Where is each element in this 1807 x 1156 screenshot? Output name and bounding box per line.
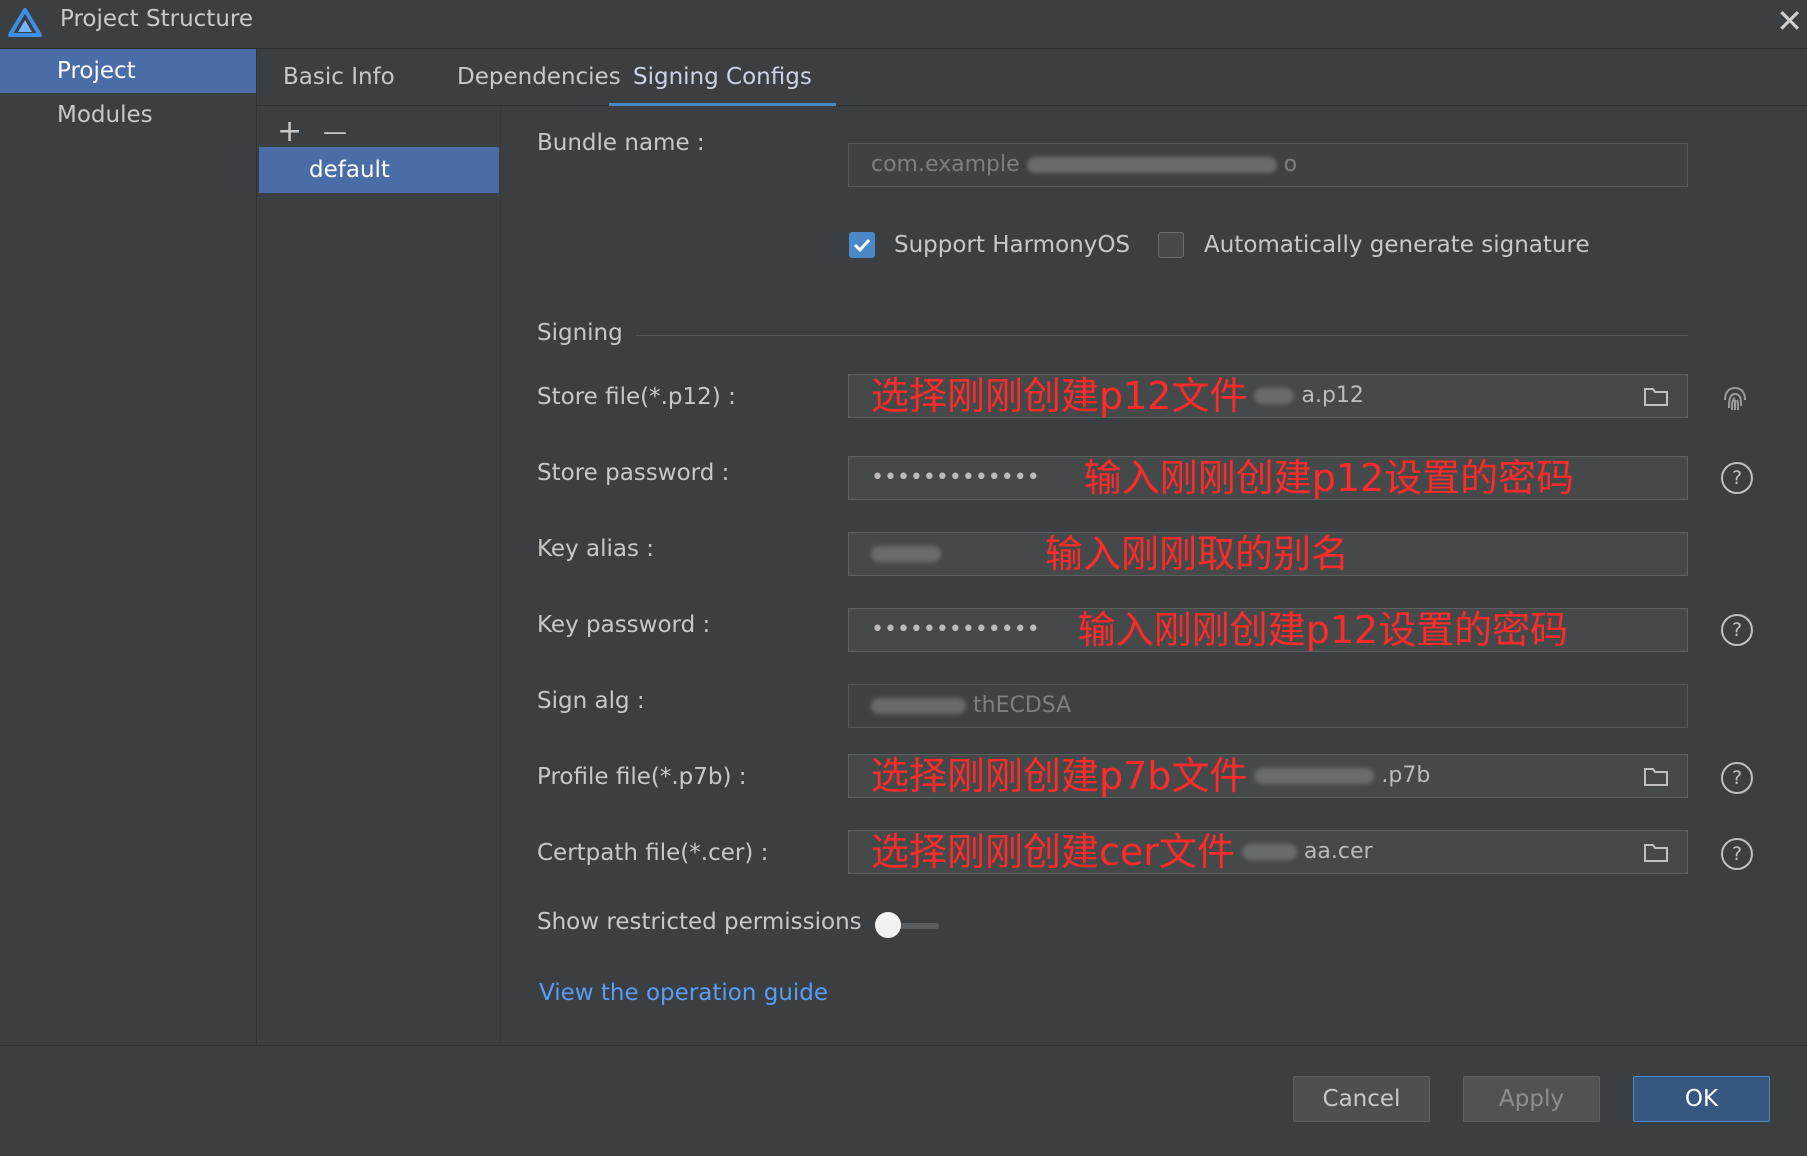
- bundle-name-field: com.example o: [848, 143, 1688, 187]
- tab-bar: Basic Info Dependencies Signing Configs: [257, 49, 1807, 107]
- sign-alg-field: thECDSA: [848, 684, 1688, 728]
- tab-basic-info[interactable]: Basic Info: [259, 59, 419, 103]
- auto-signature-label: Automatically generate signature: [1204, 232, 1590, 258]
- app-logo-icon: [8, 8, 42, 37]
- support-harmonyos-checkbox[interactable]: [849, 232, 875, 258]
- key-password-value: •••••••••••••: [871, 617, 1040, 642]
- sign-alg-label: Sign alg :: [537, 688, 645, 714]
- certpath-file-value: aa.cer: [1303, 839, 1373, 864]
- section-divider: [636, 335, 1688, 336]
- ok-button[interactable]: OK: [1633, 1076, 1770, 1122]
- apply-button[interactable]: Apply: [1463, 1076, 1600, 1122]
- close-icon[interactable]: ✕: [1776, 2, 1803, 40]
- fingerprint-icon[interactable]: [1719, 382, 1751, 414]
- support-harmonyos-label: Support HarmonyOS: [894, 232, 1131, 258]
- operation-guide-link[interactable]: View the operation guide: [539, 980, 828, 1006]
- help-icon[interactable]: ?: [1721, 838, 1753, 870]
- profile-file-field[interactable]: 选择刚刚创建p7b文件 .p7b: [848, 754, 1688, 798]
- title-bar: Project Structure ✕: [0, 0, 1807, 49]
- remove-config-button[interactable]: —: [323, 118, 347, 146]
- help-icon[interactable]: ?: [1721, 462, 1753, 494]
- checkmark-icon: [853, 238, 871, 253]
- dialog-footer: Cancel Apply OK: [0, 1045, 1807, 1156]
- annotation-store-file: 选择刚刚创建p12文件: [871, 374, 1248, 418]
- help-icon[interactable]: ?: [1721, 762, 1753, 794]
- store-file-value: a.p12: [1301, 383, 1364, 408]
- certpath-file-field[interactable]: 选择刚刚创建cer文件 aa.cer: [848, 830, 1688, 874]
- restricted-permissions-label: Show restricted permissions: [537, 909, 862, 935]
- redacted-mask: [1026, 157, 1277, 173]
- redacted-mask: [871, 546, 941, 562]
- folder-icon[interactable]: [1643, 764, 1669, 788]
- folder-icon[interactable]: [1643, 384, 1669, 408]
- config-list-pane: + — default: [257, 106, 501, 1045]
- certpath-file-label: Certpath file(*.cer) :: [537, 840, 769, 866]
- signing-section-title: Signing: [537, 320, 623, 346]
- auto-signature-checkbox[interactable]: [1158, 232, 1184, 258]
- profile-file-value: .p7b: [1381, 763, 1431, 788]
- folder-icon[interactable]: [1643, 840, 1669, 864]
- help-icon[interactable]: ?: [1721, 614, 1753, 646]
- annotation-store-password: 输入刚刚创建p12设置的密码: [1083, 456, 1575, 500]
- store-file-label: Store file(*.p12) :: [537, 384, 736, 410]
- redacted-mask: [1254, 388, 1295, 404]
- sidebar-item-modules[interactable]: Modules: [0, 93, 256, 137]
- annotation-key-alias: 输入刚刚取的别名: [1045, 532, 1350, 576]
- bundle-name-label: Bundle name :: [537, 130, 705, 156]
- store-password-value: •••••••••••••: [871, 465, 1040, 490]
- store-file-field[interactable]: 选择刚刚创建p12文件 a.p12: [848, 374, 1688, 418]
- sidebar-item-project[interactable]: Project: [0, 49, 256, 93]
- add-config-button[interactable]: +: [277, 114, 302, 149]
- bundle-name-value: com.example: [871, 152, 1020, 177]
- sidebar: Project Modules: [0, 49, 257, 1045]
- redacted-mask: [871, 698, 966, 714]
- toggle-knob[interactable]: [875, 912, 901, 938]
- annotation-key-password: 输入刚刚创建p12设置的密码: [1077, 608, 1569, 652]
- annotation-certpath-file: 选择刚刚创建cer文件: [871, 830, 1235, 874]
- key-password-label: Key password :: [537, 612, 711, 638]
- config-item-default[interactable]: default: [259, 147, 499, 193]
- store-password-field[interactable]: ••••••••••••• 输入刚刚创建p12设置的密码: [848, 456, 1688, 500]
- signing-form: Bundle name : com.example o Support Harm…: [501, 106, 1807, 1045]
- key-alias-label: Key alias :: [537, 536, 655, 562]
- cancel-button[interactable]: Cancel: [1293, 1076, 1430, 1122]
- sign-alg-value: thECDSA: [973, 693, 1072, 718]
- profile-file-label: Profile file(*.p7b) :: [537, 764, 747, 790]
- redacted-mask: [1241, 844, 1297, 860]
- key-password-field[interactable]: ••••••••••••• 输入刚刚创建p12设置的密码: [848, 608, 1688, 652]
- store-password-label: Store password :: [537, 460, 730, 486]
- key-alias-field[interactable]: 输入刚刚取的别名: [848, 532, 1688, 576]
- bundle-name-suffix: o: [1283, 152, 1298, 177]
- annotation-profile-file: 选择刚刚创建p7b文件: [871, 754, 1248, 798]
- redacted-mask: [1254, 768, 1375, 784]
- window-title: Project Structure: [60, 6, 253, 32]
- tab-signing-configs[interactable]: Signing Configs: [609, 59, 836, 107]
